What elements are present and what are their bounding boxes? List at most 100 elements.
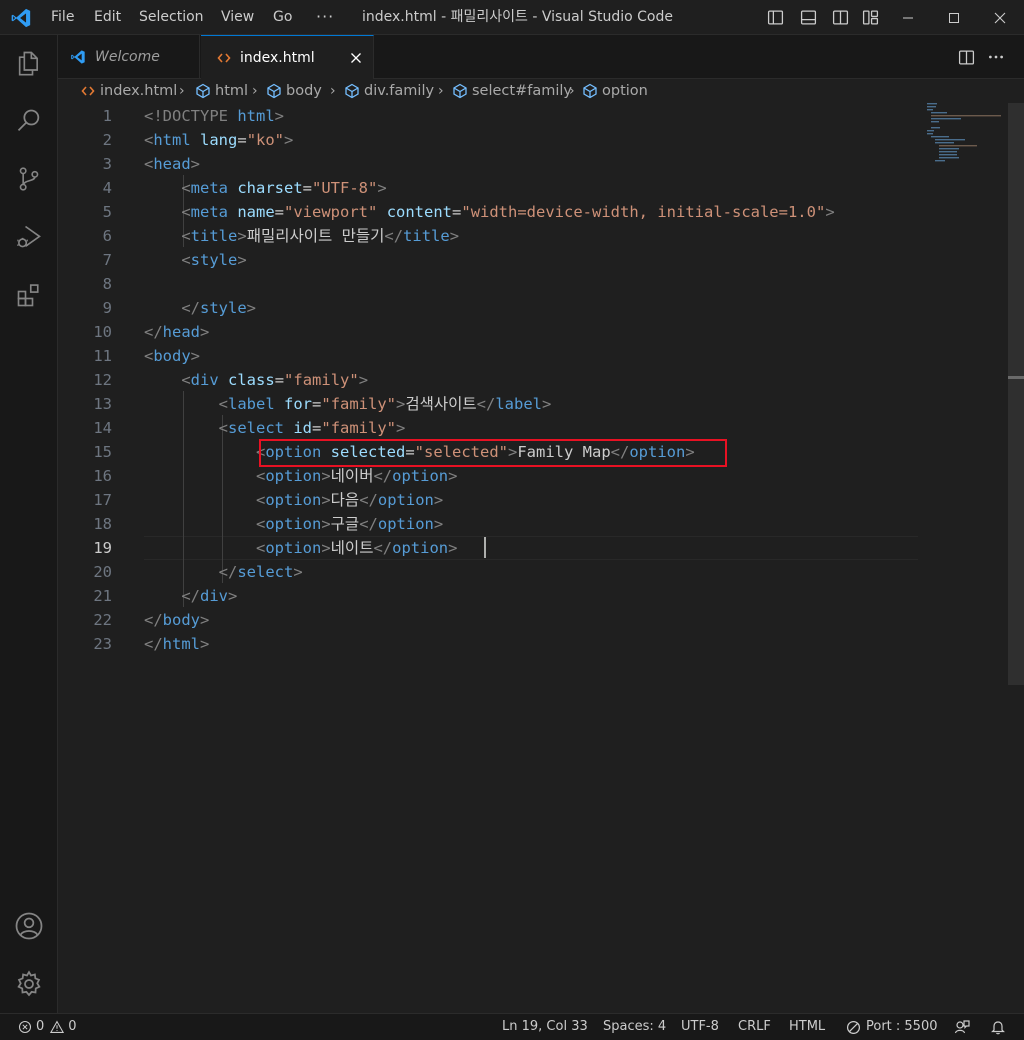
code-line[interactable]: <label for="family">검색사이트</label> (144, 392, 552, 416)
toggle-panel-icon[interactable] (800, 9, 817, 26)
code-line[interactable]: </html> (144, 632, 209, 656)
problems-indicator[interactable]: 0 0 (18, 1014, 77, 1040)
code-token: html (153, 131, 191, 149)
cursor-position[interactable]: Ln 19, Col 33 (502, 1014, 588, 1040)
code-token: > (284, 131, 294, 149)
explorer-icon (18, 51, 38, 76)
language-mode[interactable]: HTML (789, 1014, 825, 1040)
breadcrumb-option-label: option (602, 83, 648, 99)
scrollbar-cursor-marker (1008, 376, 1024, 379)
source-control-button[interactable] (11, 161, 47, 197)
code-line[interactable]: <html lang="ko"> (144, 128, 293, 152)
code-token: < (255, 491, 266, 509)
feedback-button[interactable] (954, 1014, 970, 1040)
scrollbar-thumb[interactable] (1008, 103, 1024, 685)
breadcrumb-div-family[interactable]: div.family (344, 79, 434, 103)
close-tab-icon[interactable] (348, 50, 364, 66)
toggle-primary-sidebar-icon[interactable] (767, 9, 784, 26)
run-debug-button[interactable] (11, 219, 47, 255)
breadcrumb-html[interactable]: html (195, 79, 248, 103)
minimap[interactable] (925, 103, 1001, 163)
source-control-icon (19, 167, 39, 191)
menu-edit[interactable]: Edit (94, 0, 121, 35)
code-editor[interactable]: 1 <!DOCTYPE html> 2 <html lang="ko"> 3 <head>… (58, 103, 1024, 1013)
code-token: > (396, 395, 406, 413)
code-token: > (228, 587, 238, 605)
code-token: title (403, 227, 450, 245)
live-server-port[interactable]: Port : 5500 (846, 1014, 938, 1040)
breadcrumb-option[interactable]: option (582, 79, 648, 103)
tab-index-html[interactable]: index.html (201, 35, 374, 80)
split-editor-button[interactable] (956, 47, 976, 67)
close-window-button[interactable] (977, 0, 1023, 35)
breadcrumb-body[interactable]: body (266, 79, 322, 103)
code-line[interactable]: <style> (144, 248, 246, 272)
minimize-button[interactable] (885, 0, 931, 35)
more-actions-button[interactable] (986, 47, 1006, 67)
code-line[interactable]: <option>네이트</option> (144, 536, 457, 560)
code-token: "family" (321, 395, 397, 413)
notifications-button[interactable] (990, 1014, 1006, 1040)
extensions-button[interactable] (11, 277, 47, 313)
manage-button[interactable] (11, 966, 47, 1002)
maximize-button[interactable] (931, 0, 977, 35)
breadcrumb-div-label: div.family (364, 83, 435, 99)
code-token: > (200, 323, 210, 341)
breadcrumb-file[interactable]: index.html (80, 79, 177, 103)
code-line[interactable]: <title>패밀리사이트 만들기</title> (144, 224, 459, 248)
line-number: 20 (93, 563, 112, 581)
search-button[interactable] (11, 103, 47, 139)
code-token: > (433, 491, 444, 509)
code-line[interactable]: </body> (144, 608, 209, 632)
file-encoding[interactable]: UTF-8 (681, 1014, 719, 1040)
explorer-button[interactable] (11, 45, 47, 81)
code-token: < (181, 251, 191, 269)
menu-view[interactable]: View (221, 0, 254, 35)
indentation-setting[interactable]: Spaces: 4 (603, 1014, 666, 1040)
customize-layout-icon[interactable] (862, 9, 879, 26)
code-line[interactable]: </div> (144, 584, 237, 608)
code-line[interactable]: </head> (144, 320, 209, 344)
line-number: 19 (93, 539, 112, 557)
code-token: > (377, 179, 387, 197)
code-line[interactable]: <meta name="viewport" content="width=dev… (144, 200, 834, 224)
tab-welcome[interactable]: Welcome (58, 35, 200, 79)
more-menus-button[interactable]: ··· (316, 0, 334, 35)
menu-go[interactable]: Go (273, 0, 292, 35)
menu-selection[interactable]: Selection (139, 0, 204, 35)
code-token: option (392, 539, 449, 557)
code-token: html (162, 635, 200, 653)
code-line[interactable]: </select> (144, 560, 303, 584)
code-line[interactable]: <body> (144, 344, 200, 368)
code-token: style (200, 299, 247, 317)
code-token: option (392, 467, 449, 485)
code-line[interactable]: <!DOCTYPE html> (144, 104, 284, 128)
code-line[interactable]: <option>구글</option> (144, 512, 443, 536)
code-token: 다음 (330, 491, 360, 509)
code-token: </ (218, 563, 238, 581)
end-of-line[interactable]: CRLF (738, 1014, 771, 1040)
code-line[interactable]: </style> (144, 296, 256, 320)
accounts-button[interactable] (11, 908, 47, 944)
code-line[interactable]: <meta charset="UTF-8"> (144, 176, 387, 200)
code-line[interactable]: <option>다음</option> (144, 488, 443, 512)
code-line[interactable]: <head> (144, 152, 200, 176)
menu-file[interactable]: File (51, 0, 74, 35)
code-token: body (153, 347, 191, 365)
code-line[interactable]: <option>네이버</option> (144, 464, 457, 488)
code-line[interactable]: <select id="family"> (144, 416, 406, 440)
code-token: option (265, 539, 322, 557)
code-token: </ (181, 299, 200, 317)
breadcrumb-select-family[interactable]: select#family (452, 79, 572, 103)
code-line[interactable]: <div class="family"> (144, 368, 368, 392)
code-token: label (228, 395, 275, 413)
code-token: class (228, 371, 275, 389)
toggle-secondary-sidebar-icon[interactable] (832, 9, 849, 26)
